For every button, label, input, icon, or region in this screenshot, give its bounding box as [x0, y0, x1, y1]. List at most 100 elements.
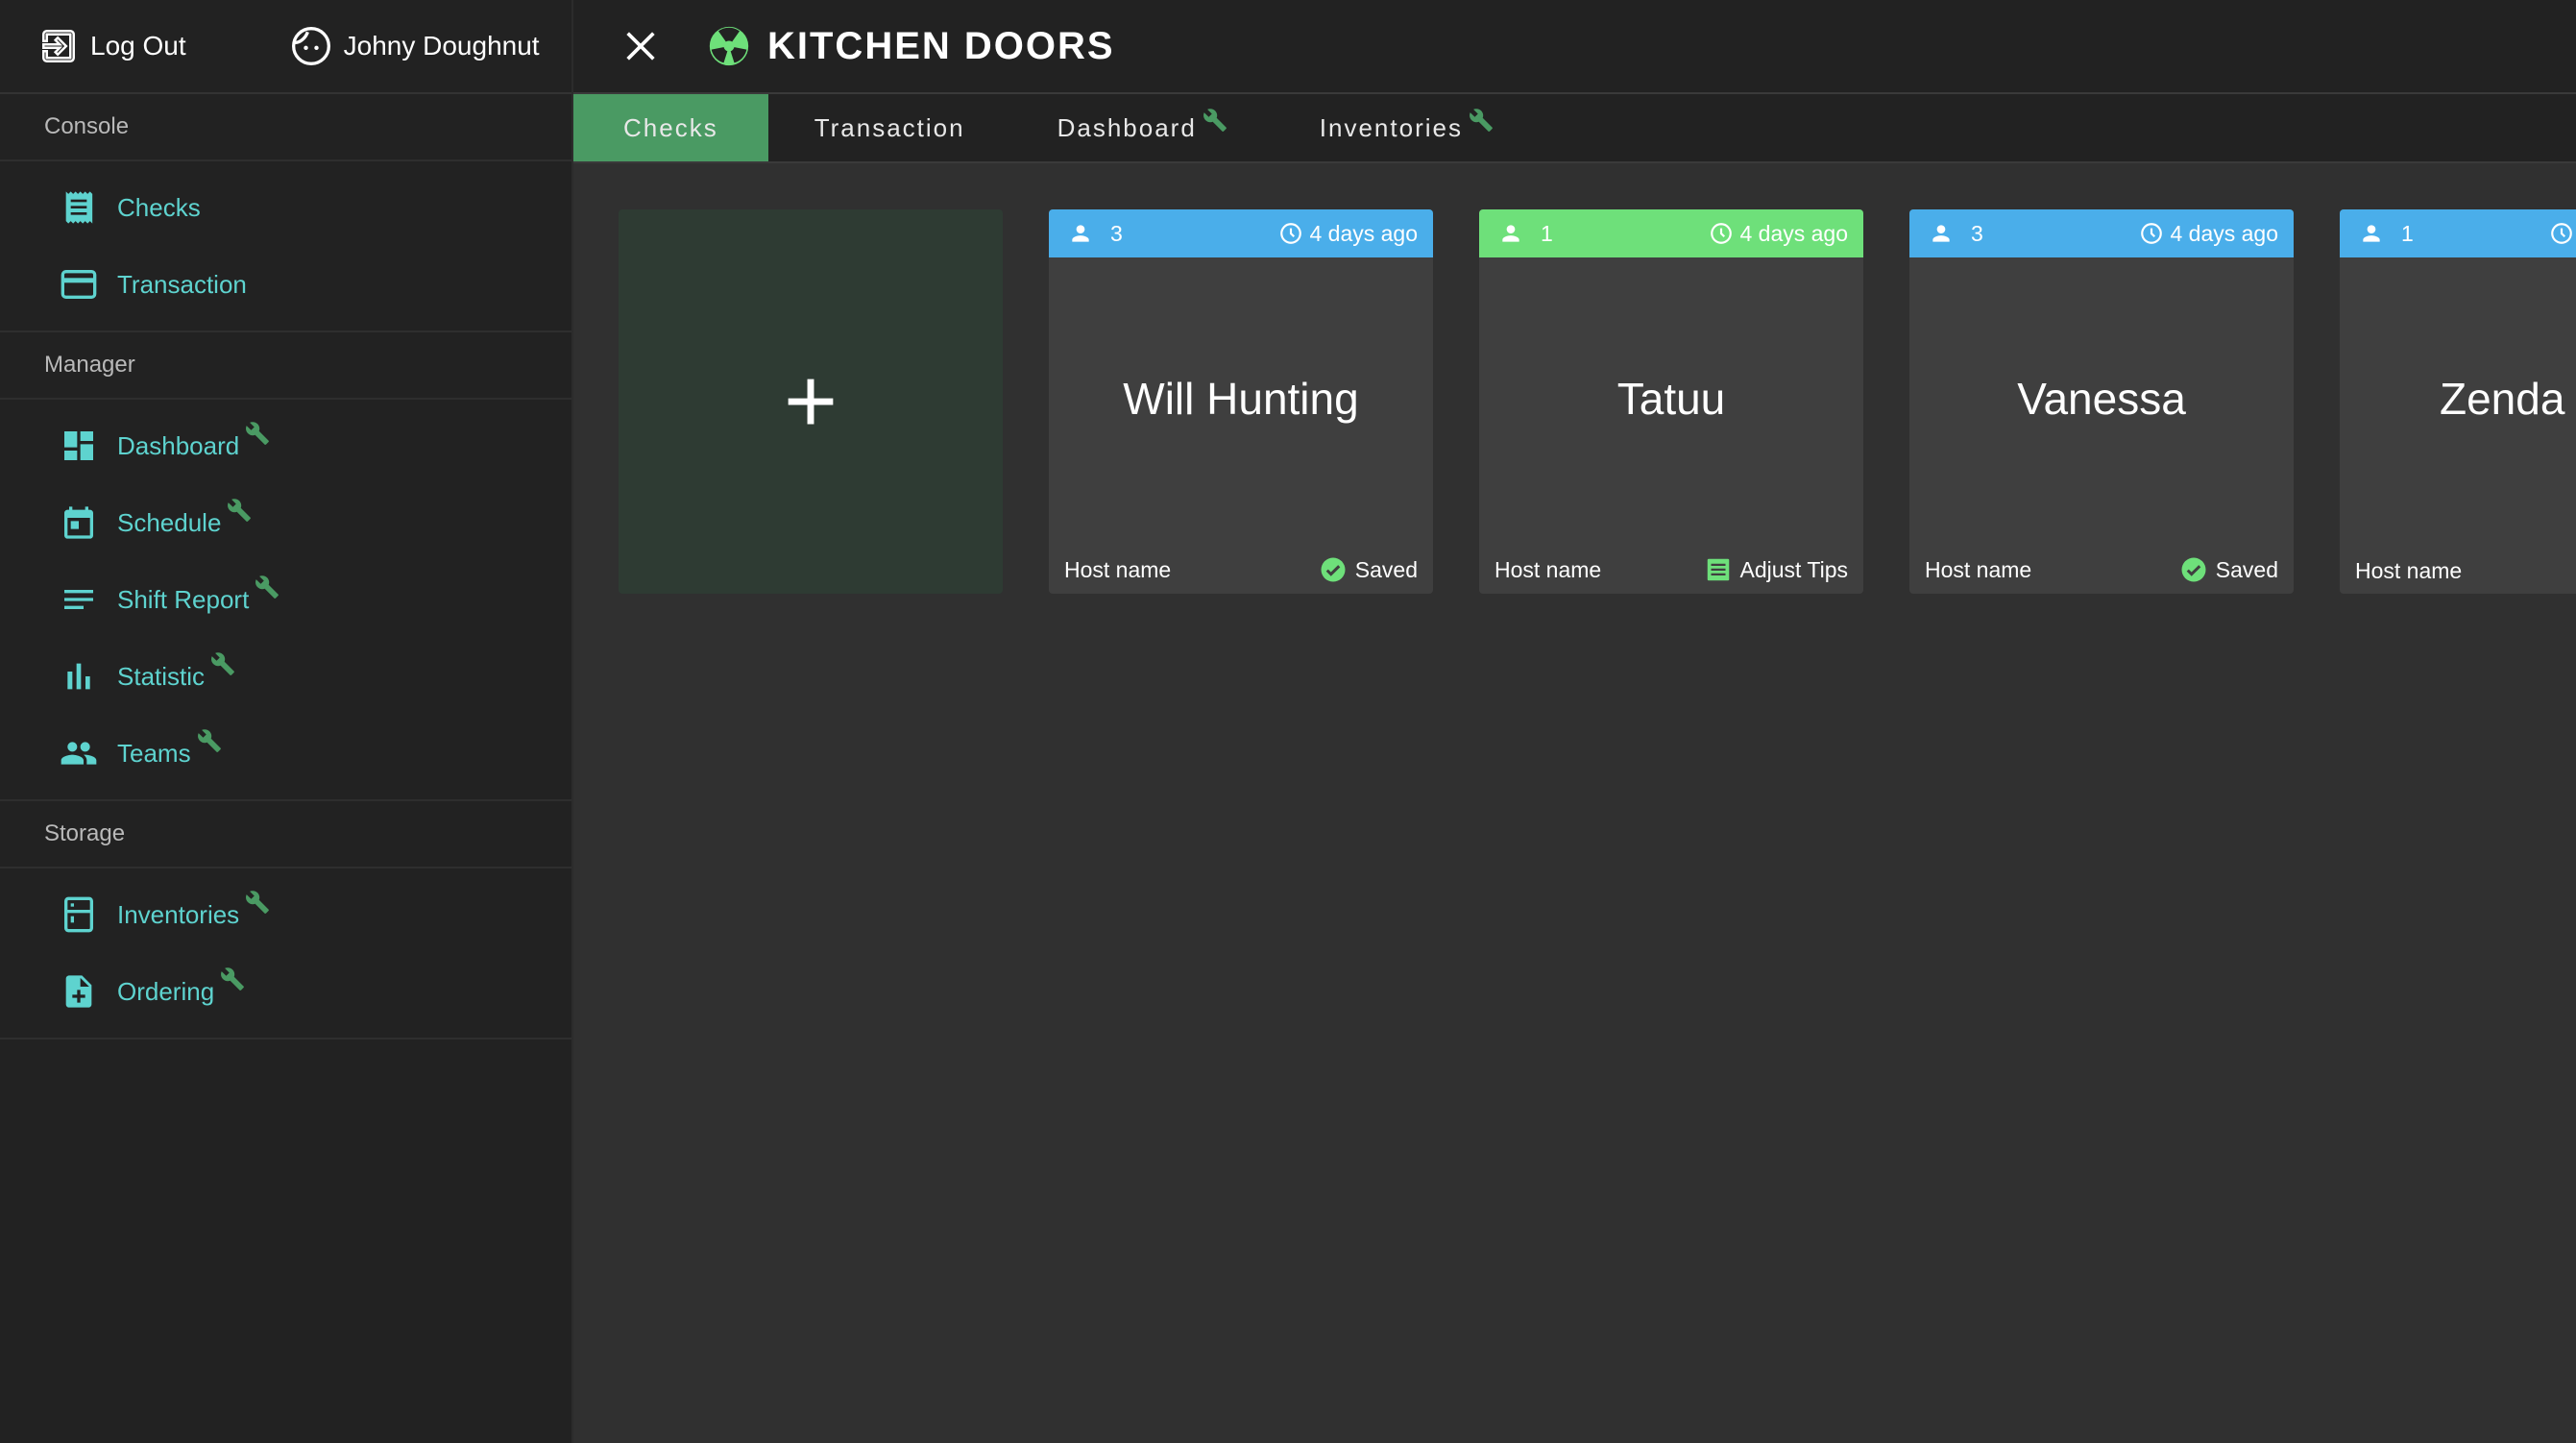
section-console: Checks Transaction: [0, 161, 571, 332]
check-card[interactable]: 1 4 days ago Tatuu Host name Adjust Tips: [1479, 209, 1863, 594]
card-header: 1: [2340, 209, 2576, 257]
sidebar-item-label: Inventories: [117, 899, 240, 929]
time-ago: 4 days ago: [1309, 220, 1418, 246]
wrench-icon: [255, 575, 279, 599]
person-icon: [1502, 225, 1519, 242]
check-name: Vanessa: [2017, 374, 2186, 424]
checks-grid: + 3 4 days ago Will Hunting Host name Sa…: [619, 209, 2576, 594]
check-card[interactable]: 3 4 days ago Vanessa Host name Saved: [1909, 209, 2294, 594]
tab-checks[interactable]: Checks: [573, 94, 768, 161]
receipt-icon: [1707, 558, 1729, 581]
sidebar-item-label: Transaction: [117, 269, 247, 299]
clock-icon: [1280, 223, 1302, 244]
wrench-icon: [1203, 109, 1227, 132]
sidebar-item-schedule[interactable]: Schedule: [0, 484, 571, 561]
card-footer: Host name Adjust Tips: [1495, 555, 1848, 584]
guest-count: 1: [2401, 220, 2414, 246]
tab-label: Dashboard: [1057, 113, 1197, 142]
person-icon: [1932, 225, 1950, 242]
receipt-icon: [65, 191, 93, 224]
host-name: Host name: [1925, 556, 2032, 582]
sidebar-item-label: Teams: [117, 738, 191, 768]
sidebar-item-label: Statistic: [117, 661, 206, 691]
user-face-icon: [291, 27, 330, 65]
sidebar-item-transaction[interactable]: Transaction: [0, 246, 571, 323]
tab-dashboard[interactable]: Dashboard: [1011, 94, 1274, 161]
host-name: Host name: [1064, 556, 1172, 582]
guest-count: 3: [1110, 220, 1123, 246]
sidebar-item-label: Checks: [117, 192, 201, 222]
status-label: Adjust Tips: [1739, 556, 1849, 582]
wrench-icon: [246, 891, 270, 914]
section-title-console: Console: [0, 94, 571, 161]
wrench-icon: [228, 499, 252, 522]
close-icon[interactable]: [621, 27, 660, 65]
section-title-manager: Manager: [0, 332, 571, 400]
status-badge: Saved: [2179, 555, 2278, 584]
section-title-storage: Storage: [0, 801, 571, 868]
host-name: Host name: [2355, 558, 2463, 583]
tab-bar: Checks Transaction Dashboard Inventories: [573, 94, 2576, 163]
credit-card-icon: [61, 270, 97, 299]
check-circle-icon: [1321, 557, 1346, 582]
tab-transaction[interactable]: Transaction: [768, 94, 1011, 161]
section-manager: Dashboard Schedule Shift Report Statisti…: [0, 400, 571, 801]
check-card[interactable]: 1 Zenda Host name: [2340, 209, 2576, 594]
main-area: KITCHEN DOORS Checks Transaction Dashboa…: [573, 0, 2576, 1443]
status-badge: Adjust Tips: [1704, 555, 1849, 584]
card-header: 3 4 days ago: [1909, 209, 2294, 257]
sidebar-item-label: Shift Report: [117, 584, 250, 614]
wrench-icon: [221, 967, 245, 991]
clock-icon: [1711, 223, 1733, 244]
sidebar-item-ordering[interactable]: Ordering: [0, 953, 571, 1030]
calendar-icon: [64, 506, 93, 539]
people-icon: [61, 742, 97, 765]
user-profile[interactable]: Johny Doughnut: [290, 25, 540, 67]
time-ago: 4 days ago: [1739, 220, 1848, 246]
person-icon: [1072, 225, 1089, 242]
sidebar-item-shift-report[interactable]: Shift Report: [0, 561, 571, 638]
time-ago: 4 days ago: [2170, 220, 2278, 246]
check-card[interactable]: 3 4 days ago Will Hunting Host name Save…: [1049, 209, 1433, 594]
section-storage: Inventories Ordering: [0, 868, 571, 1039]
sidebar-item-dashboard[interactable]: Dashboard: [0, 407, 571, 484]
check-name: Tatuu: [1616, 374, 1726, 424]
card-footer: Host name Saved: [1064, 555, 1418, 584]
logout-label: Log Out: [90, 31, 186, 61]
wrench-icon: [1470, 109, 1493, 132]
sidebar-item-label: Schedule: [117, 507, 222, 537]
top-bar: KITCHEN DOORS: [573, 0, 2576, 94]
sidebar-header: Log Out Johny Doughnut: [0, 0, 571, 94]
plus-icon: +: [783, 350, 838, 452]
tab-inventories[interactable]: Inventories: [1274, 94, 1540, 161]
sidebar-item-teams[interactable]: Teams: [0, 715, 571, 792]
tab-label: Checks: [623, 113, 718, 142]
card-footer: Host name: [2355, 558, 2574, 584]
sidebar-item-inventories[interactable]: Inventories: [0, 876, 571, 953]
guest-count: 1: [1541, 220, 1553, 246]
person-icon: [2363, 225, 2380, 242]
sidebar: Log Out Johny Doughnut Console Checks Tr…: [0, 0, 573, 1443]
add-check-button[interactable]: +: [619, 209, 1003, 594]
user-name: Johny Doughnut: [343, 31, 540, 61]
logout-button[interactable]: Log Out: [38, 26, 186, 66]
dashboard-icon: [64, 431, 93, 460]
tab-label: Transaction: [814, 113, 965, 142]
sidebar-item-statistic[interactable]: Statistic: [0, 638, 571, 715]
clock-icon: [2551, 223, 2572, 244]
wrench-icon: [246, 422, 270, 445]
check-name: Will Hunting: [1123, 374, 1359, 424]
status-badge: Saved: [1319, 555, 1418, 584]
sidebar-item-label: Dashboard: [117, 430, 240, 460]
sidebar-item-label: Ordering: [117, 976, 215, 1006]
status-label: Saved: [2215, 556, 2278, 582]
sidebar-item-checks[interactable]: Checks: [0, 169, 571, 246]
check-name: Zenda: [2440, 374, 2565, 424]
clock-icon: [2141, 223, 2163, 244]
tab-label: Inventories: [1319, 113, 1463, 142]
wrench-icon: [211, 652, 234, 675]
guest-count: 3: [1971, 220, 1983, 246]
status-label: Saved: [1354, 556, 1418, 582]
check-circle-icon: [2181, 557, 2206, 582]
bar-chart-icon: [67, 663, 90, 690]
